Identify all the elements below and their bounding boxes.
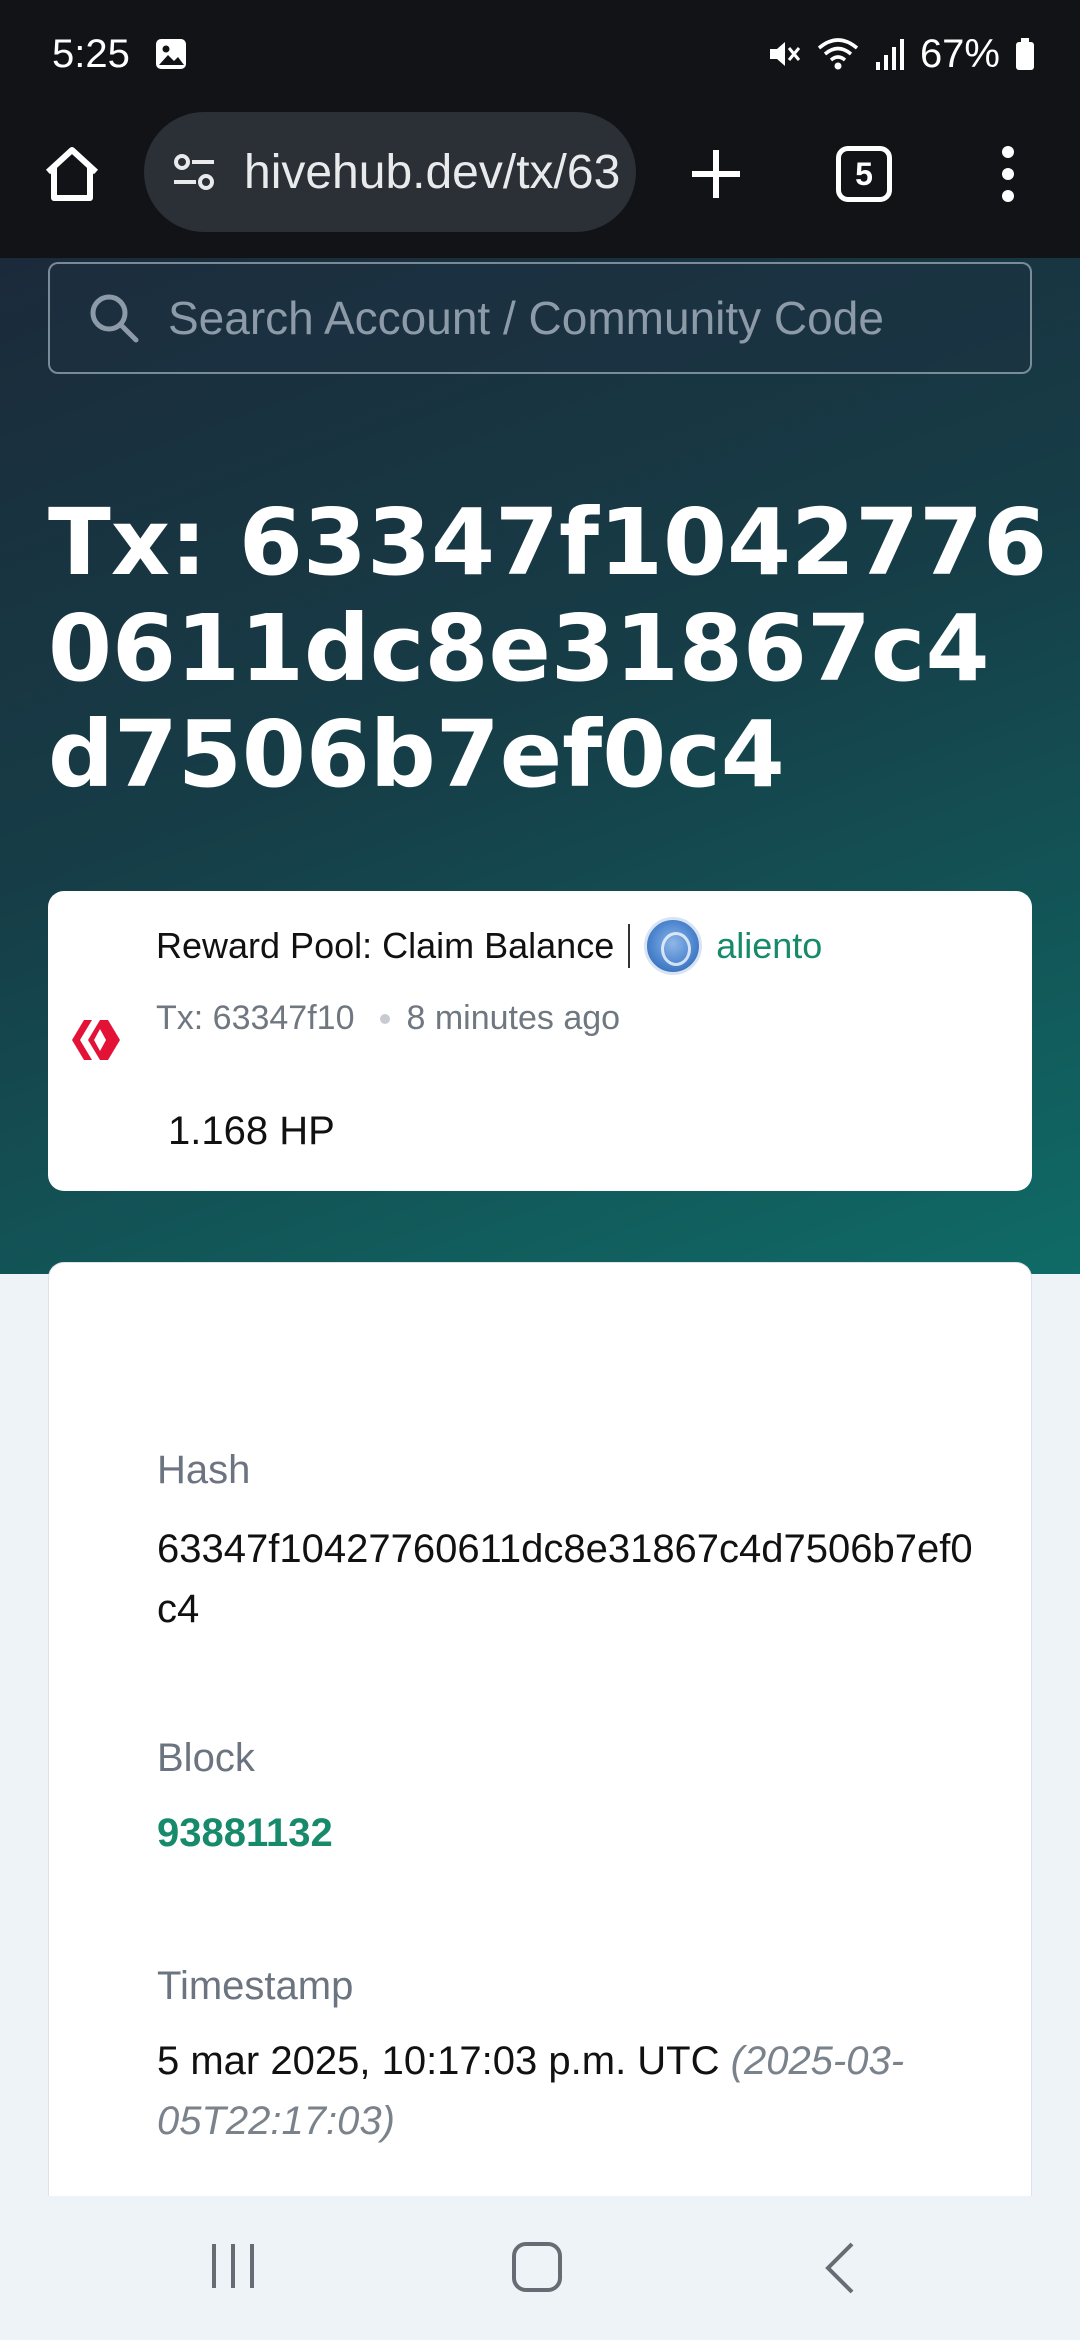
browser-toolbar: hivehub.dev/tx/63 5 xyxy=(0,108,1080,258)
time-ago: 8 minutes ago xyxy=(406,999,621,1037)
address-bar[interactable]: hivehub.dev/tx/63 xyxy=(144,112,636,232)
url-text: hivehub.dev/tx/63 xyxy=(244,145,621,199)
home-button[interactable] xyxy=(40,142,104,206)
timestamp-label: Timestamp xyxy=(157,1964,354,2008)
wifi-icon xyxy=(816,36,860,72)
details-card: Hash 63347f10427760611dc8e31867c4d7506b7… xyxy=(48,1262,1032,2262)
image-icon xyxy=(154,37,188,71)
user-link[interactable]: aliento xyxy=(716,925,822,967)
search-icon xyxy=(90,294,139,343)
block-link[interactable]: 93881132 xyxy=(157,1811,333,1855)
dot-separator xyxy=(380,1013,391,1024)
operation-amount: 1.168 HP xyxy=(168,1109,335,1153)
block-label: Block xyxy=(157,1736,255,1780)
plus-icon xyxy=(692,150,740,198)
tx-short-id[interactable]: Tx: 63347f10 xyxy=(156,999,354,1038)
block-value-wrap: 93881132 xyxy=(157,1803,977,1863)
more-vert-icon xyxy=(1002,146,1014,202)
timestamp-value-wrap: 5 mar 2025, 10:17:03 p.m. UTC (2025-03-0… xyxy=(157,2031,977,2151)
signal-icon xyxy=(874,36,906,72)
timestamp-value: 5 mar 2025, 10:17:03 p.m. UTC xyxy=(157,2039,720,2083)
hive-logo-icon xyxy=(72,1020,120,1060)
back-icon xyxy=(825,2242,854,2294)
site-settings-icon[interactable] xyxy=(168,146,220,198)
operation-meta: Tx: 63347f10 8 minutes ago xyxy=(156,999,620,1038)
home-icon xyxy=(45,147,99,201)
tab-count: 5 xyxy=(855,155,873,192)
home-nav-icon xyxy=(512,2242,562,2292)
battery-icon xyxy=(1014,36,1036,72)
search-bar[interactable] xyxy=(48,262,1032,374)
status-time: 5:25 xyxy=(52,31,130,76)
avatar[interactable] xyxy=(644,917,703,975)
hash-value: 63347f10427760611dc8e31867c4d7506b7ef0c4 xyxy=(157,1527,973,1631)
operation-header: Reward Pool: Claim Balance aliento xyxy=(156,917,822,975)
status-bar: 5:25 67% xyxy=(0,0,1080,108)
recents-icon xyxy=(212,2244,254,2288)
new-tab-button[interactable] xyxy=(686,144,746,204)
operation-card[interactable]: Reward Pool: Claim Balance aliento Tx: 6… xyxy=(48,891,1032,1191)
operation-type: Reward Pool: Claim Balance xyxy=(156,925,615,966)
search-input[interactable] xyxy=(168,291,968,345)
system-nav-bar xyxy=(0,2196,1080,2340)
hash-label: Hash xyxy=(157,1448,251,1492)
back-button[interactable] xyxy=(822,2240,858,2301)
battery-percent: 67% xyxy=(919,31,1000,76)
mute-icon xyxy=(766,36,802,72)
page-title: Tx: 63347f10427760611dc8e31867c4d7506b7e… xyxy=(48,489,1048,808)
recents-button[interactable] xyxy=(208,2240,258,2297)
home-nav-button[interactable] xyxy=(510,2240,564,2299)
tab-switcher-button[interactable]: 5 xyxy=(836,146,892,202)
more-options-button[interactable] xyxy=(996,142,1020,206)
separator xyxy=(628,924,631,968)
